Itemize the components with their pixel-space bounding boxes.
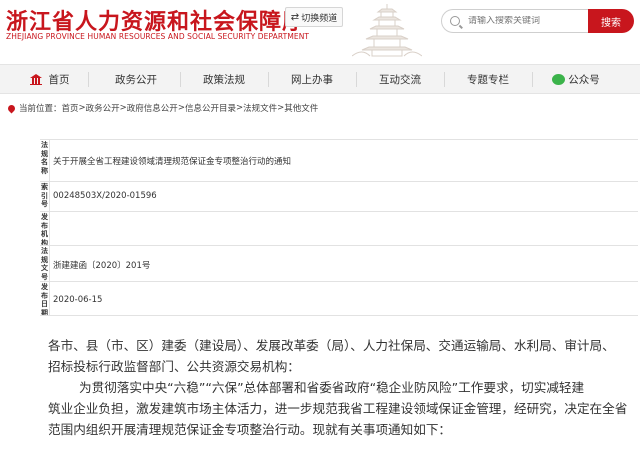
info-label: 法规文号 xyxy=(41,246,50,281)
site-header: 浙江省人力资源和社会保障厅 ZHEJIANG PROVINCE HUMAN RE… xyxy=(0,0,640,62)
nav-item-home[interactable]: 首页 xyxy=(16,65,82,93)
nav-item-special-topics[interactable]: 专题专栏 xyxy=(448,65,528,93)
info-row-index: 索引号 00248503X/2020-01596 xyxy=(40,182,638,212)
nav-item-policy[interactable]: 政策法规 xyxy=(184,65,264,93)
nav-item-label: 公众号 xyxy=(568,73,600,86)
nav-item-online-services[interactable]: 网上办事 xyxy=(272,65,352,93)
nav-divider xyxy=(180,72,181,87)
wechat-icon xyxy=(552,73,566,85)
breadcrumb-separator: > xyxy=(119,103,127,113)
breadcrumb-other-files[interactable]: 其他文件 xyxy=(284,102,318,114)
info-value-title: 关于开展全省工程建设领域清理规范保证金专项整治行动的通知 xyxy=(53,157,292,167)
body-line: 各市、县（市、区）建委（建设局）、发展改革委（局）、人力社保局、交通运输局、水利… xyxy=(48,338,615,353)
info-value-doc-number: 浙建建函〔2020〕201号 xyxy=(53,261,151,271)
nav-item-gov-affairs[interactable]: 政务公开 xyxy=(96,65,176,93)
pagoda-decoration-icon xyxy=(352,4,422,57)
info-label: 发布日期 xyxy=(41,282,50,315)
body-line: 招标投标行政监督部门、公共资源交易机构： xyxy=(48,359,300,374)
info-label: 索引号 xyxy=(40,182,50,211)
info-row-date: 发布日期 2020-06-15 xyxy=(40,282,638,316)
info-value-date: 2020-06-15 xyxy=(53,295,103,305)
search-input[interactable] xyxy=(468,16,578,26)
site-logo-subtitle: ZHEJIANG PROVINCE HUMAN RESOURCES AND SO… xyxy=(6,32,310,41)
nav-item-label: 首页 xyxy=(48,73,70,86)
nav-divider xyxy=(268,72,269,87)
breadcrumb-home[interactable]: 首页 xyxy=(62,102,79,114)
switch-channel-button[interactable]: ⇄ 切换频道 xyxy=(285,7,343,27)
nav-divider xyxy=(356,72,357,87)
breadcrumb-separator: > xyxy=(78,103,86,113)
info-row-publisher: 发布机构 xyxy=(40,212,638,246)
body-line: 为贯彻落实中央“六稳”“六保”总体部署和省委省政府“稳企业防风险”工作要求，切实… xyxy=(79,380,585,395)
breadcrumb-separator: > xyxy=(235,103,244,113)
breadcrumb-regulations[interactable]: 法规文件 xyxy=(243,102,277,114)
nav-item-wechat[interactable]: 公众号 xyxy=(536,65,616,93)
breadcrumb: 当前位置： 首页 > 政务公开 > 政府信息公开 > 信息公开目录 > 法规文件… xyxy=(6,102,318,114)
document-info-table: 法规名称 关于开展全省工程建设领域清理规范保证金专项整治行动的通知 索引号 00… xyxy=(40,139,638,316)
breadcrumb-gov-affairs[interactable]: 政务公开 xyxy=(86,102,120,114)
info-row-doc-number: 法规文号 浙建建函〔2020〕201号 xyxy=(40,246,638,282)
shuffle-icon: ⇄ xyxy=(290,11,300,23)
info-label: 发布机构 xyxy=(41,212,50,245)
breadcrumb-separator: > xyxy=(177,103,185,113)
document-body: 各市、县（市、区）建委（建设局）、发展改革委（局）、人力社保局、交通运输局、水利… xyxy=(48,335,638,440)
home-icon xyxy=(29,74,42,85)
body-line: 范围内组织开展清理规范保证金专项整治行动。现就有关事项通知如下： xyxy=(48,422,451,437)
switch-channel-label: 切换频道 xyxy=(301,13,338,24)
breadcrumb-info-disclosure[interactable]: 政府信息公开 xyxy=(127,102,178,114)
info-row-title: 法规名称 关于开展全省工程建设领域清理规范保证金专项整治行动的通知 xyxy=(40,140,638,182)
search-button[interactable]: 搜索 xyxy=(588,9,634,33)
search-box[interactable] xyxy=(441,9,588,33)
nav-divider xyxy=(532,72,533,87)
nav-divider xyxy=(88,72,89,87)
info-label: 法规名称 xyxy=(40,140,50,181)
location-icon xyxy=(6,103,17,113)
search-icon xyxy=(450,16,460,26)
breadcrumb-catalog[interactable]: 信息公开目录 xyxy=(185,102,236,114)
info-value-index: 00248503X/2020-01596 xyxy=(53,191,157,201)
nav-divider xyxy=(444,72,445,87)
body-line: 筑业企业负担，激发建筑市场主体活力，进一步规范我省工程建设领域保证金管理，经研究… xyxy=(48,401,628,416)
breadcrumb-prefix: 当前位置： xyxy=(19,104,62,114)
main-nav: 首页 政务公开 政策法规 网上办事 互动交流 专题专栏 公众号 xyxy=(0,64,640,94)
nav-item-interaction[interactable]: 互动交流 xyxy=(360,65,440,93)
breadcrumb-separator: > xyxy=(277,103,285,113)
